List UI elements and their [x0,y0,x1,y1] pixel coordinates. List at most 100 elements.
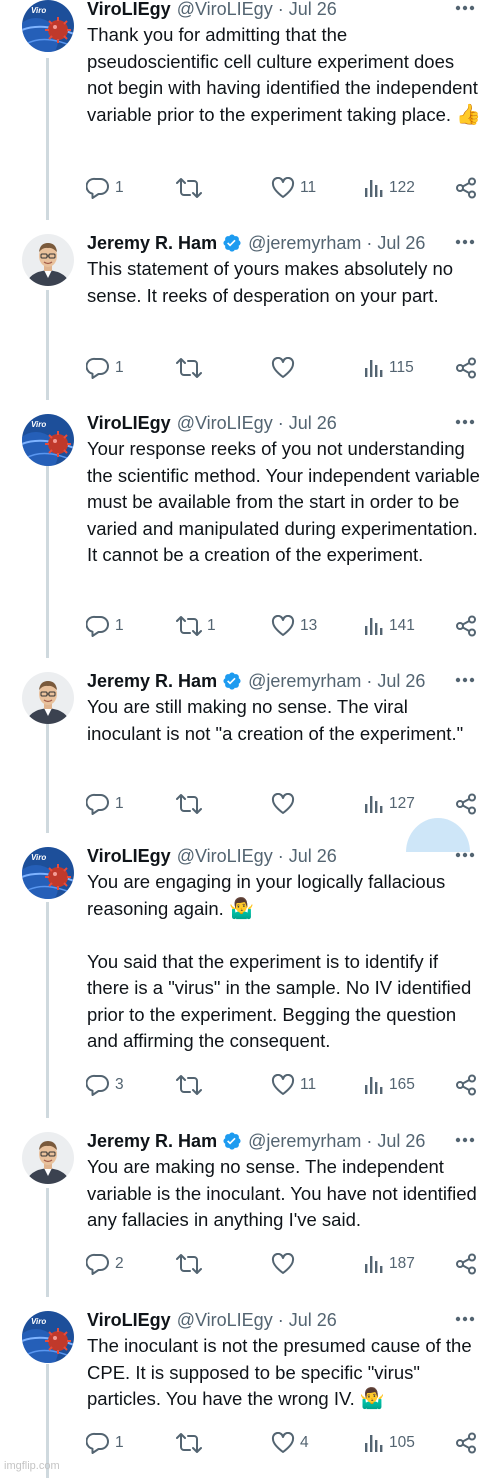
reply-count: 1 [115,795,124,812]
repost-icon [176,1074,202,1096]
watermark: imgflip.com [4,1460,60,1472]
display-name[interactable]: Jeremy R. Ham [87,1131,217,1152]
post-date[interactable]: Jul 26 [289,846,337,867]
post-date[interactable]: Jul 26 [289,0,337,20]
post-date[interactable]: Jul 26 [289,413,337,434]
avatar[interactable] [22,1132,74,1184]
like-count: 13 [300,617,318,634]
view-count: 187 [389,1255,415,1272]
display-name[interactable]: ViroLIEgy [87,846,171,867]
post-date[interactable]: Jul 26 [289,1310,337,1331]
thread-connector-line [46,902,49,1118]
views-button[interactable]: 141 [364,614,415,638]
like-button[interactable]: 4 [271,1431,309,1455]
views-button[interactable]: 105 [364,1431,415,1455]
more-options-icon[interactable] [454,232,476,252]
view-count: 141 [389,617,415,634]
reply-button[interactable]: 1 [86,176,124,200]
reply-button[interactable]: 3 [86,1073,124,1097]
more-options-icon[interactable] [454,412,476,432]
avatar[interactable]: Viro [22,1311,74,1363]
reply-button[interactable]: 1 [86,614,124,638]
user-handle[interactable]: @ViroLIEgy [177,413,273,434]
views-button[interactable]: 127 [364,792,415,816]
views-button[interactable]: 122 [364,176,415,200]
repost-button[interactable] [176,1073,202,1097]
repost-button[interactable] [176,1252,202,1276]
avatar[interactable]: Viro [22,847,74,899]
repost-icon [176,1253,202,1275]
user-handle[interactable]: @ViroLIEgy [177,0,273,20]
user-handle[interactable]: @jeremyrham [248,671,361,692]
like-count: 11 [300,1076,317,1093]
share-button[interactable] [455,792,477,816]
post-date[interactable]: Jul 26 [377,1131,425,1152]
more-options-icon[interactable] [454,1130,476,1150]
views-button[interactable]: 165 [364,1073,415,1097]
view-count: 115 [389,359,414,376]
share-button[interactable] [455,614,477,638]
avatar[interactable] [22,234,74,286]
user-handle[interactable]: @jeremyrham [248,233,361,254]
reply-count: 1 [115,617,124,634]
repost-button[interactable] [176,1431,202,1455]
avatar[interactable] [22,672,74,724]
repost-button[interactable] [176,792,202,816]
verified-badge-icon [222,1131,242,1151]
like-button[interactable]: 13 [271,614,317,638]
view-count: 122 [389,179,415,196]
avatar[interactable]: Viro [22,414,74,466]
emoji: 👍 [456,103,482,126]
share-icon [455,1253,477,1275]
conversation-thread: Viro ViroLIEgy @ViroLIEgy · Jul 26 Thank you… [0,0,500,1478]
more-options-icon[interactable] [454,670,476,690]
view-count: 127 [389,795,415,812]
tweet-header: ViroLIEgy @ViroLIEgy · Jul 26 [87,1307,337,1333]
post-date[interactable]: Jul 26 [377,671,425,692]
user-handle[interactable]: @jeremyrham [248,1131,361,1152]
display-name[interactable]: Jeremy R. Ham [87,233,217,254]
avatar[interactable]: Viro [22,0,74,52]
reply-button[interactable]: 1 [86,356,124,380]
share-icon [455,357,477,379]
share-button[interactable] [455,1252,477,1276]
reply-button[interactable]: 2 [86,1252,124,1276]
display-name[interactable]: ViroLIEgy [87,0,171,20]
views-button[interactable]: 115 [364,356,414,380]
display-name[interactable]: ViroLIEgy [87,413,171,434]
display-name[interactable]: ViroLIEgy [87,1310,171,1331]
like-button[interactable]: 11 [271,1073,316,1097]
tweet-header: Jeremy R. Ham @jeremyrham · Jul 26 [87,1128,425,1154]
user-handle[interactable]: @ViroLIEgy [177,1310,273,1331]
display-name[interactable]: Jeremy R. Ham [87,671,217,692]
tweet-paragraph: You are engaging in your logically falla… [87,869,482,922]
tweet-actions: 1 1 13 141 [86,614,482,638]
reply-button[interactable]: 1 [86,1431,124,1455]
like-button[interactable] [271,356,295,380]
share-button[interactable] [455,176,477,200]
like-count: 11 [300,179,317,196]
reply-icon [86,1253,110,1275]
like-button[interactable] [271,1252,295,1276]
repost-count: 1 [207,617,216,634]
repost-button[interactable] [176,356,202,380]
heart-icon [271,793,295,815]
emoji: 🤷‍♂️ [228,897,254,920]
more-options-icon[interactable] [454,0,476,18]
tweet-paragraph: This statement of yours makes absolutely… [87,256,482,309]
like-button[interactable] [271,792,295,816]
user-handle[interactable]: @ViroLIEgy [177,846,273,867]
separator-dot: · [277,412,284,433]
paragraph-text: Thank you for admitting that the pseudos… [87,24,478,125]
views-button[interactable]: 187 [364,1252,415,1276]
like-button[interactable]: 11 [271,176,316,200]
repost-button[interactable] [176,176,202,200]
tweet-paragraph: The inoculant is not the presumed cause … [87,1333,482,1413]
share-button[interactable] [455,1073,477,1097]
reply-button[interactable]: 1 [86,792,124,816]
more-options-icon[interactable] [454,1309,476,1329]
share-button[interactable] [455,356,477,380]
share-button[interactable] [455,1431,477,1455]
repost-button[interactable]: 1 [176,614,216,638]
post-date[interactable]: Jul 26 [377,233,425,254]
